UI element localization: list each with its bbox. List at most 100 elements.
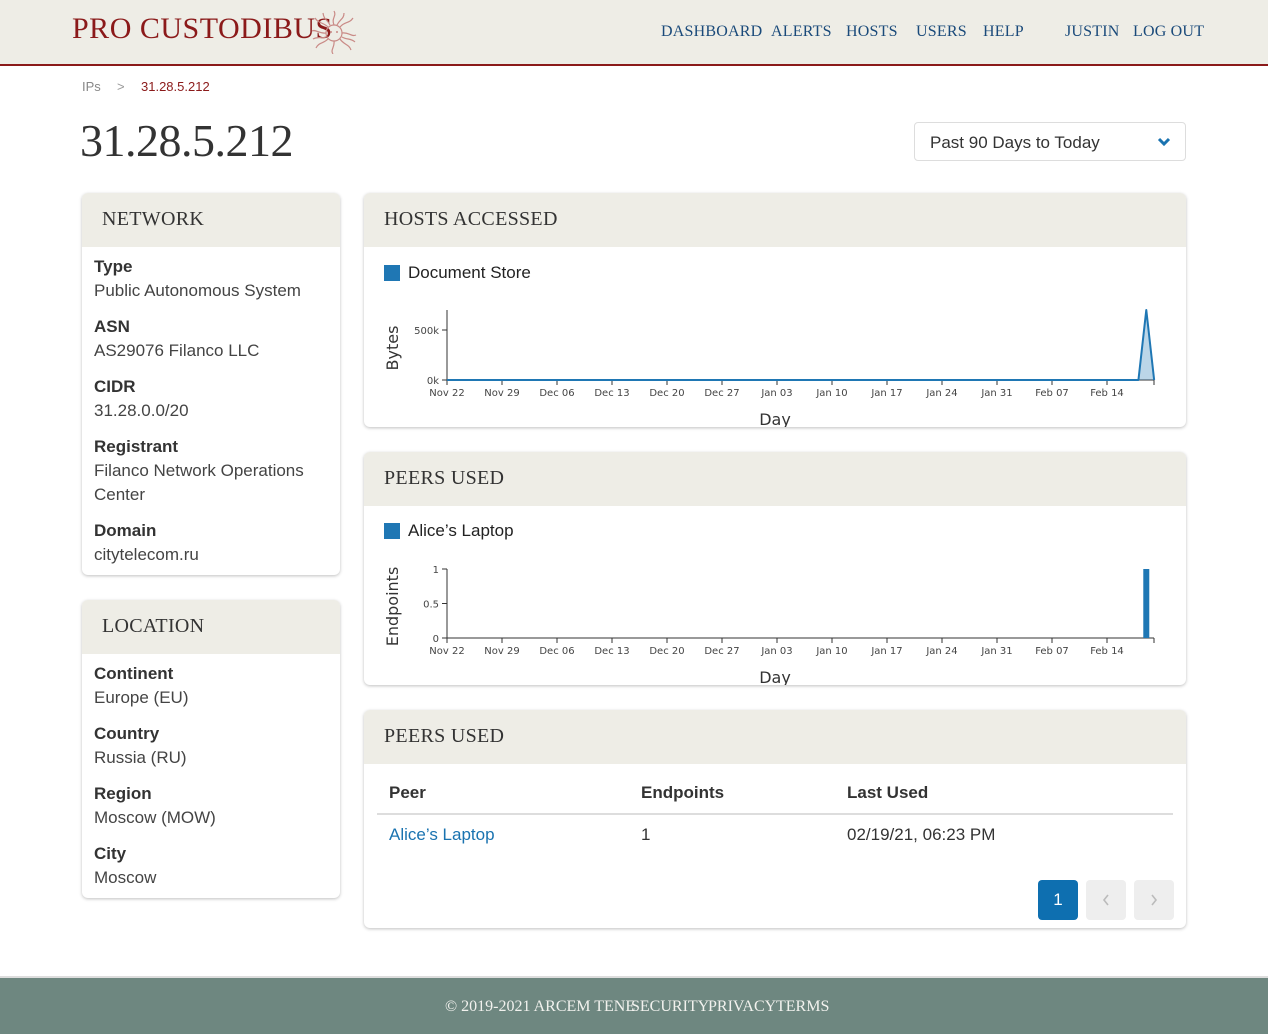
field-label: Domain	[94, 521, 157, 540]
column-header-last-used[interactable]: Last Used	[847, 783, 928, 803]
hosts-accessed-title: HOSTS ACCESSED	[384, 208, 558, 230]
x-tick-label: Nov 29	[484, 388, 519, 399]
x-tick-label: Nov 22	[429, 388, 464, 399]
field-value: 31.28.0.0/20	[94, 401, 189, 420]
location-panel: LOCATION Continent Europe (EU) Country R…	[82, 600, 340, 898]
peers-table-title: PEERS USED	[384, 725, 505, 747]
endpoints-cell: 1	[641, 825, 651, 844]
peers-table-header: PEERS USED	[364, 710, 1186, 764]
x-tick-label: Dec 20	[649, 646, 684, 657]
breadcrumb-separator: >	[117, 79, 125, 94]
field-domain: Domain citytelecom.ru	[94, 519, 324, 567]
network-panel: NETWORK Type Public Autonomous System AS…	[82, 193, 340, 575]
x-tick-label: Jan 17	[870, 646, 902, 657]
nav-alerts[interactable]: ALERTS	[771, 23, 832, 41]
nav-users[interactable]: USERS	[916, 23, 967, 41]
x-tick-label: Jan 03	[760, 388, 792, 399]
last-used-cell: 02/19/21, 06:23 PM	[847, 825, 996, 844]
field-city: City Moscow	[94, 842, 324, 890]
chart-legend: Document Store	[384, 263, 531, 283]
x-tick-label: Dec 13	[594, 646, 629, 657]
field-registrant: Registrant Filanco Network Operations Ce…	[94, 435, 324, 507]
field-label: Type	[94, 257, 133, 276]
x-tick-label: Dec 27	[704, 646, 739, 657]
y-tick-label: 0	[433, 634, 439, 645]
peers-chart-header: PEERS USED	[364, 452, 1186, 506]
field-value: Moscow (MOW)	[94, 808, 216, 827]
peers-used-chart: Nov 22 Nov 29 Dec 06 Dec 13 Dec 20 Dec 27 Jan …	[383, 565, 1155, 685]
field-label: Country	[94, 724, 160, 743]
footer: © 2019-2021 ARCEM TENE SECURITY PRIVACY …	[0, 976, 1268, 1034]
y-axis-label: Endpoints	[383, 567, 402, 647]
field-asn: ASN AS29076 Filanco LLC	[94, 315, 324, 363]
breadcrumb-ips[interactable]: IPs	[82, 79, 101, 94]
field-label: CIDR	[94, 377, 136, 396]
page-title: 31.28.5.212	[80, 115, 294, 166]
hosts-accessed-header: HOSTS ACCESSED	[364, 193, 1186, 247]
field-value: Russia (RU)	[94, 748, 187, 767]
x-tick-label: Jan 17	[870, 388, 902, 399]
x-tick-label: Feb 07	[1035, 388, 1069, 399]
location-title: LOCATION	[102, 615, 205, 637]
legend-swatch	[384, 523, 400, 539]
x-tick-label: Dec 27	[704, 388, 739, 399]
chevron-left-icon	[1102, 894, 1109, 906]
field-label: ASN	[94, 317, 130, 336]
y-tick-label: 500k	[414, 326, 439, 337]
x-axis-label: Day	[759, 410, 791, 427]
x-tick-label: Jan 10	[815, 646, 847, 657]
x-tick-label: Nov 22	[429, 646, 464, 657]
legend-swatch	[384, 265, 400, 281]
brand-logo[interactable]: PRO CUSTODIBUS	[72, 12, 333, 46]
hosts-accessed-chart: Nov 22 Nov 29 Dec 06 Dec 13 Dec 20 Dec 27 Jan …	[383, 309, 1156, 427]
prev-page-button[interactable]	[1086, 880, 1126, 920]
column-header-peer[interactable]: Peer	[389, 783, 426, 803]
nav-help[interactable]: HELP	[983, 23, 1024, 41]
peer-link[interactable]: Alice’s Laptop	[389, 825, 495, 845]
x-tick-label: Jan 31	[980, 388, 1012, 399]
legend-label[interactable]: Alice’s Laptop	[408, 521, 514, 541]
chevron-right-icon	[1151, 894, 1158, 906]
logout-link[interactable]: LOG OUT	[1133, 23, 1204, 41]
x-tick-label: Dec 06	[539, 388, 574, 399]
next-page-button[interactable]	[1134, 880, 1174, 920]
field-label: City	[94, 844, 127, 863]
field-label: Continent	[94, 664, 174, 683]
user-menu[interactable]: JUSTIN	[1065, 23, 1120, 41]
footer-security-link[interactable]: SECURITY	[631, 998, 709, 1016]
x-axis-label: Day	[759, 668, 791, 685]
column-header-endpoints[interactable]: Endpoints	[641, 783, 724, 803]
medusa-head-icon[interactable]	[311, 10, 357, 54]
chevron-down-icon	[1157, 137, 1171, 147]
top-header: PRO CUSTODIBUS DASHBOARD ALERTS HOSTS US…	[0, 0, 1268, 66]
breadcrumb-current: 31.28.5.212	[141, 79, 210, 94]
legend-label[interactable]: Document Store	[408, 263, 531, 283]
date-range-select[interactable]: Past 90 Days to Today	[914, 122, 1186, 161]
x-tick-label: Dec 13	[594, 388, 629, 399]
field-value: Public Autonomous System	[94, 281, 301, 300]
page-button-current[interactable]: 1	[1038, 880, 1078, 920]
x-tick-label: Nov 29	[484, 646, 519, 657]
nav-dashboard[interactable]: DASHBOARD	[661, 23, 762, 41]
location-panel-header: LOCATION	[82, 600, 340, 654]
field-cidr: CIDR 31.28.0.0/20	[94, 375, 324, 423]
field-country: Country Russia (RU)	[94, 722, 324, 770]
y-axis-label: Bytes	[383, 326, 402, 371]
y-tick-label: 1	[433, 565, 439, 576]
x-tick-label: Jan 24	[925, 388, 957, 399]
field-label: Region	[94, 784, 152, 803]
field-value: AS29076 Filanco LLC	[94, 341, 260, 360]
table-header-divider	[377, 813, 1173, 815]
x-tick-label: Jan 10	[815, 388, 847, 399]
footer-copyright[interactable]: © 2019-2021 ARCEM TENE	[445, 998, 635, 1016]
x-tick-label: Jan 03	[760, 646, 792, 657]
field-continent: Continent Europe (EU)	[94, 662, 324, 710]
footer-privacy-link[interactable]: PRIVACY	[708, 998, 776, 1016]
field-value: citytelecom.ru	[94, 545, 199, 564]
field-region: Region Moscow (MOW)	[94, 782, 324, 830]
footer-terms-link[interactable]: TERMS	[776, 998, 829, 1016]
nav-hosts[interactable]: HOSTS	[846, 23, 898, 41]
x-tick-label: Feb 14	[1090, 388, 1124, 399]
field-label: Registrant	[94, 437, 179, 456]
y-tick-label: 0k	[427, 376, 439, 387]
